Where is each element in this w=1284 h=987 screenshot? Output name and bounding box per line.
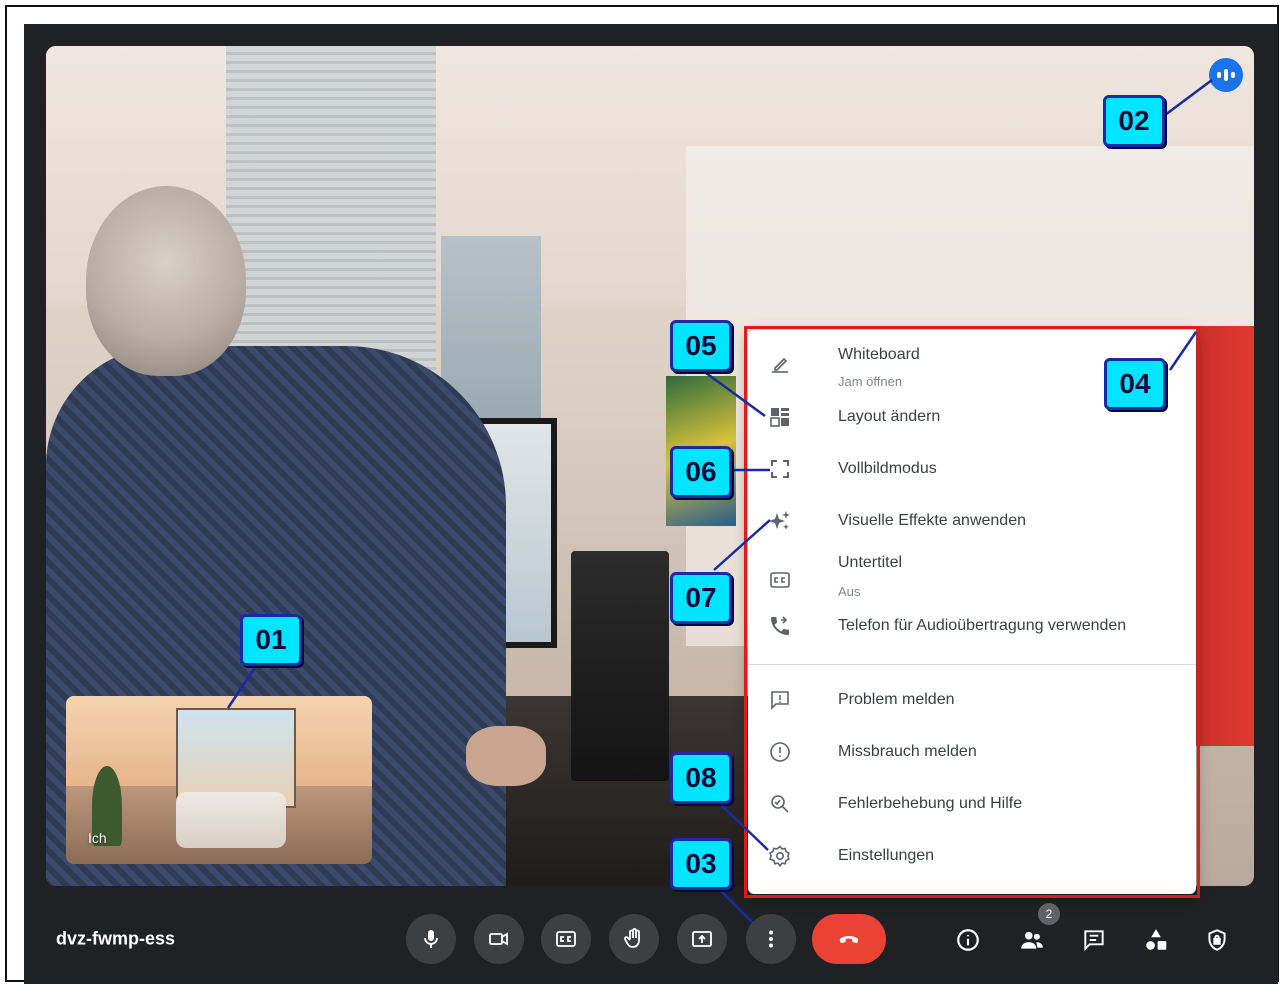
chat-button[interactable]: [1076, 922, 1112, 958]
shield-lock-icon: [1208, 929, 1226, 951]
leave-call-button[interactable]: [812, 914, 886, 964]
menu-label: Einstellungen: [838, 847, 935, 864]
gear-icon: [766, 842, 794, 870]
present-screen-button[interactable]: [677, 914, 727, 964]
callout-badge-03: 03: [670, 838, 732, 890]
self-view-tile[interactable]: Ich: [66, 696, 372, 864]
microphone-button[interactable]: [406, 914, 456, 964]
menu-divider: [748, 664, 1196, 665]
menu-sublabel: Aus: [838, 584, 861, 599]
menu-item-phone-audio[interactable]: Telefon für Audioübertragung verwenden: [748, 602, 1196, 650]
sparkle-icon: [766, 507, 794, 535]
callout-badge-01: 01: [240, 614, 302, 666]
menu-item-settings[interactable]: Einstellungen: [748, 832, 1196, 880]
captions-icon: [766, 566, 794, 594]
menu-sublabel: Jam öffnen: [838, 374, 903, 389]
menu-item-captions[interactable]: Untertitel Aus: [748, 550, 1196, 610]
camera-button[interactable]: [474, 914, 524, 964]
meeting-code: dvz-fwmp-ess: [56, 928, 176, 949]
phone-forward-icon: [766, 612, 794, 640]
camera-icon: [489, 932, 508, 946]
shapes-icon: [1146, 929, 1167, 950]
video-scene-speaker: [571, 551, 669, 781]
menu-label: Visuelle Effekte anwenden: [838, 512, 1026, 529]
menu-label: Problem melden: [838, 691, 955, 708]
raise-hand-button[interactable]: [609, 914, 659, 964]
audio-activity-icon: [1209, 58, 1243, 92]
more-options-button[interactable]: [746, 914, 796, 964]
callout-badge-02: 02: [1103, 95, 1165, 147]
callout-badge-04: 04: [1104, 358, 1166, 410]
callout-badge-05: 05: [670, 320, 732, 372]
info-icon: [957, 929, 979, 951]
menu-label: Whiteboard: [838, 346, 920, 363]
menu-item-troubleshooting[interactable]: Fehlerbehebung und Hilfe: [748, 780, 1196, 828]
troubleshoot-icon: [766, 790, 794, 818]
meeting-info-button[interactable]: [950, 922, 986, 958]
present-icon: [692, 931, 712, 947]
menu-item-report-problem[interactable]: Problem melden: [748, 676, 1196, 724]
chat-icon: [1084, 930, 1104, 952]
menu-label: Missbrauch melden: [838, 743, 977, 760]
self-view-label: Ich: [88, 830, 107, 846]
report-problem-icon: [766, 686, 794, 714]
menu-label: Layout ändern: [838, 408, 941, 425]
menu-item-visual-effects[interactable]: Visuelle Effekte anwenden: [748, 497, 1196, 545]
report-abuse-icon: [766, 738, 794, 766]
layout-icon: [766, 403, 794, 431]
host-controls-button[interactable]: [1199, 922, 1235, 958]
pencil-icon: [766, 350, 794, 378]
menu-label: Vollbildmodus: [838, 460, 937, 477]
more-vert-icon: [769, 930, 773, 948]
microphone-icon: [424, 930, 438, 948]
menu-label: Untertitel: [838, 554, 903, 571]
menu-label: Telefon für Audioübertragung verwenden: [838, 617, 1127, 634]
fullscreen-icon: [766, 455, 794, 483]
callout-badge-08: 08: [670, 752, 732, 804]
video-scene-shelf: [1196, 326, 1254, 746]
activities-button[interactable]: [1138, 922, 1174, 958]
participants-count-badge: 2: [1038, 903, 1060, 925]
hand-icon: [624, 928, 640, 948]
captions-button[interactable]: [541, 914, 591, 964]
callout-badge-06: 06: [670, 446, 732, 498]
menu-label: Fehlerbehebung und Hilfe: [838, 795, 1023, 812]
people-icon: [1021, 931, 1043, 949]
hang-up-icon: [839, 935, 859, 944]
menu-item-report-abuse[interactable]: Missbrauch melden: [748, 728, 1196, 776]
participants-button[interactable]: [1014, 922, 1050, 958]
callout-badge-07: 07: [670, 572, 732, 624]
menu-item-fullscreen[interactable]: Vollbildmodus: [748, 445, 1196, 493]
more-options-menu: Whiteboard Jam öffnen Layout ändern Voll…: [748, 330, 1196, 894]
captions-icon: [556, 931, 576, 947]
